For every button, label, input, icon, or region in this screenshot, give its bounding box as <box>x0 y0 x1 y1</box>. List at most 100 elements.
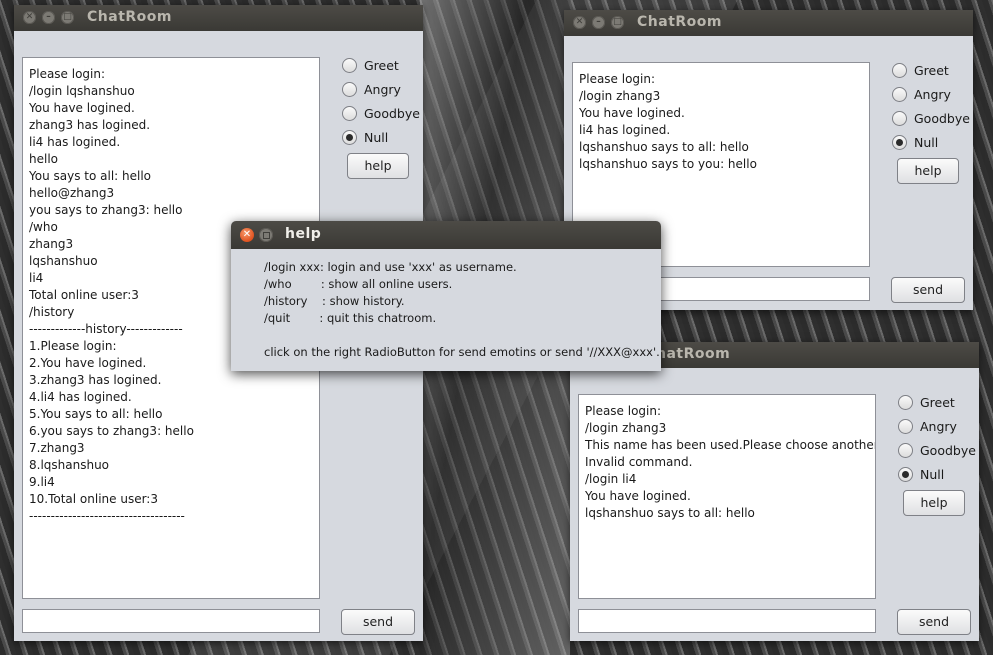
chat-line: lqshanshuo says to all: hello <box>585 506 755 520</box>
chat-line: 4.li4 has logined. <box>29 390 132 404</box>
close-icon[interactable]: ✕ <box>573 16 586 29</box>
radio-angry[interactable]: Angry <box>898 418 976 442</box>
close-icon[interactable]: ✕ <box>23 11 36 24</box>
chat-line: Invalid command. <box>585 455 693 469</box>
help-line: /login xxx: login and use 'xxx' as usern… <box>264 260 517 274</box>
radio-null[interactable]: Null <box>898 466 976 490</box>
chat-line: 7.zhang3 <box>29 441 85 455</box>
window-titlebar[interactable]: ✕ – □ ChatRoom <box>564 10 973 36</box>
chat-line: li4 has logined. <box>579 123 671 137</box>
message-input[interactable] <box>22 609 320 633</box>
send-button[interactable]: send <box>891 277 965 303</box>
maximize-icon[interactable]: □ <box>611 16 624 29</box>
help-button[interactable]: help <box>347 153 409 179</box>
help-dialog: ✕ help /login xxx: login and use 'xxx' a… <box>231 221 661 371</box>
radio-label: Null <box>914 135 939 150</box>
radio-unselected-icon[interactable] <box>892 87 907 102</box>
chatroom-window-li4: hatRoom Please login: /login zhang3 This n… <box>570 342 979 641</box>
radio-selected-icon[interactable] <box>892 135 907 150</box>
chat-line: You says to all: hello <box>29 169 152 183</box>
chat-log[interactable]: Please login: /login zhang3 This name has … <box>578 394 876 599</box>
emotion-radio-group: Greet Angry Goodbye Null <box>342 57 420 153</box>
chat-line: zhang3 has logined. <box>29 118 151 132</box>
chat-line: you says to zhang3: hello <box>29 203 183 217</box>
minimize-icon[interactable]: – <box>42 11 55 24</box>
radio-unselected-icon[interactable] <box>898 395 913 410</box>
send-button[interactable]: send <box>341 609 415 635</box>
radio-null[interactable]: Null <box>342 129 420 153</box>
radio-label: Goodbye <box>914 111 970 126</box>
chat-line: lqshanshuo says to you: hello <box>579 157 757 171</box>
chat-line: ------------------------------------ <box>29 509 185 523</box>
radio-greet[interactable]: Greet <box>342 57 420 81</box>
radio-label: Angry <box>914 87 951 102</box>
help-line: /quit : quit this chatroom. <box>264 311 437 325</box>
chat-line: hello <box>29 152 58 166</box>
radio-unselected-icon[interactable] <box>892 111 907 126</box>
emotion-radio-group: Greet Angry Goodbye Null <box>892 62 970 158</box>
chat-line: 9.li4 <box>29 475 55 489</box>
chat-line: This name has been used.Please choose an… <box>585 438 876 452</box>
radio-unselected-icon[interactable] <box>898 443 913 458</box>
radio-selected-icon[interactable] <box>898 467 913 482</box>
emotion-radio-group: Greet Angry Goodbye Null <box>898 394 976 490</box>
chat-line: 10.Total online user:3 <box>29 492 158 506</box>
radio-unselected-icon[interactable] <box>342 82 357 97</box>
chat-line: 3.zhang3 has logined. <box>29 373 162 387</box>
radio-null[interactable]: Null <box>892 134 970 158</box>
radio-goodbye[interactable]: Goodbye <box>892 110 970 134</box>
help-line <box>264 327 660 344</box>
radio-goodbye[interactable]: Goodbye <box>898 442 976 466</box>
chat-line: 5.You says to all: hello <box>29 407 163 421</box>
chat-line: /login zhang3 <box>579 89 661 103</box>
chat-line: 8.lqshanshuo <box>29 458 110 472</box>
radio-unselected-icon[interactable] <box>898 419 913 434</box>
chat-line: You have logined. <box>29 101 135 115</box>
chat-line: You have logined. <box>579 106 685 120</box>
radio-goodbye[interactable]: Goodbye <box>342 105 420 129</box>
radio-label: Angry <box>364 82 401 97</box>
help-text: /login xxx: login and use 'xxx' as usern… <box>264 259 660 361</box>
help-button[interactable]: help <box>903 490 965 516</box>
chat-line: /login li4 <box>585 472 637 486</box>
radio-label: Goodbye <box>920 443 976 458</box>
chat-line: Please login: <box>585 404 662 418</box>
radio-unselected-icon[interactable] <box>342 106 357 121</box>
chat-line: lqshanshuo says to all: hello <box>579 140 749 154</box>
radio-label: Greet <box>920 395 955 410</box>
chat-line: /login zhang3 <box>585 421 667 435</box>
radio-label: Null <box>920 467 945 482</box>
radio-angry[interactable]: Angry <box>892 86 970 110</box>
radio-greet[interactable]: Greet <box>892 62 970 86</box>
radio-unselected-icon[interactable] <box>342 58 357 73</box>
radio-label: Null <box>364 130 389 145</box>
radio-angry[interactable]: Angry <box>342 81 420 105</box>
chat-line: /login lqshanshuo <box>29 84 135 98</box>
radio-unselected-icon[interactable] <box>892 63 907 78</box>
dialog-titlebar[interactable]: ✕ help <box>231 221 661 249</box>
radio-greet[interactable]: Greet <box>898 394 976 418</box>
chat-line: li4 has logined. <box>29 135 121 149</box>
chat-line: 6.you says to zhang3: hello <box>29 424 194 438</box>
help-button[interactable]: help <box>897 158 959 184</box>
window-titlebar[interactable]: ✕ – □ ChatRoom <box>14 5 423 31</box>
help-line: /history : show history. <box>264 294 405 308</box>
window-title: ChatRoom <box>87 9 172 25</box>
maximize-icon[interactable] <box>259 228 273 242</box>
chat-line: Please login: <box>29 67 106 81</box>
radio-label: Greet <box>914 63 949 78</box>
radio-selected-icon[interactable] <box>342 130 357 145</box>
radio-label: Greet <box>364 58 399 73</box>
message-input[interactable] <box>578 609 876 633</box>
minimize-icon[interactable]: – <box>592 16 605 29</box>
radio-label: Goodbye <box>364 106 420 121</box>
close-icon[interactable]: ✕ <box>240 228 254 242</box>
help-line: /who : show all online users. <box>264 277 453 291</box>
help-line: click on the right RadioButton for send … <box>264 345 660 359</box>
chat-line: You have logined. <box>585 489 691 503</box>
radio-label: Angry <box>920 419 957 434</box>
dialog-title: help <box>285 226 322 242</box>
window-title: hatRoom <box>656 346 731 362</box>
maximize-icon[interactable]: □ <box>61 11 74 24</box>
send-button[interactable]: send <box>897 609 971 635</box>
